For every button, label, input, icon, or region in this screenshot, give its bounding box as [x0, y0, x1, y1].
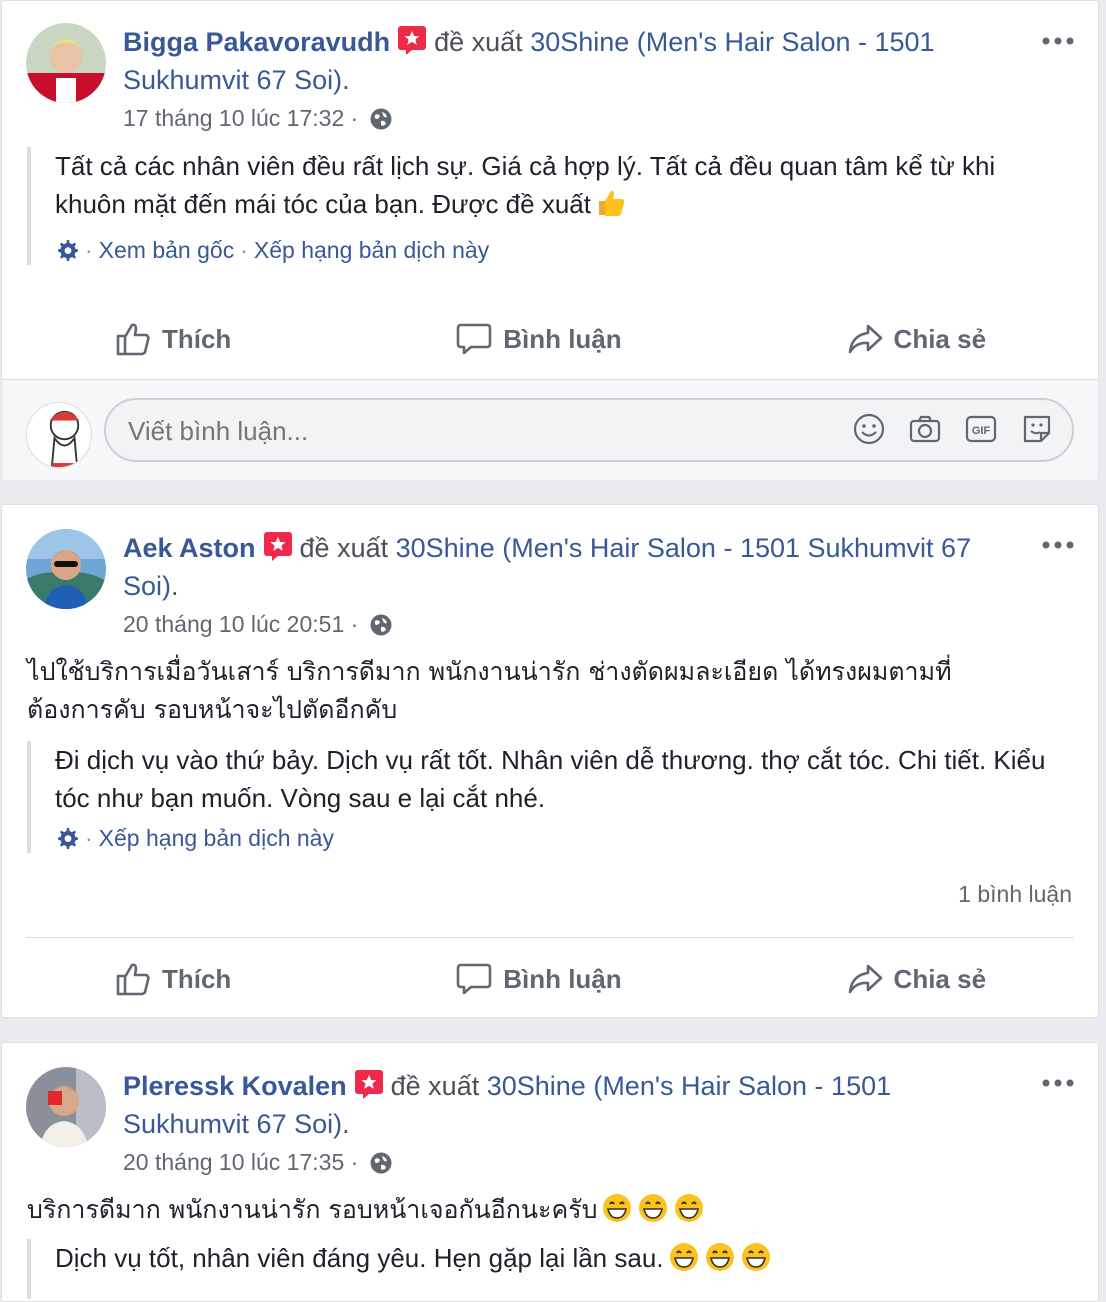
author-name[interactable]: Aek Aston — [123, 533, 256, 563]
post-header: Bigga Pakavoravudh đề xuất 30Shine (Men's… — [123, 23, 1016, 99]
globe-icon — [370, 1152, 392, 1174]
post-card: Pleressk Kovalen đề xuất 30Shine (Men's H… — [1, 1042, 1099, 1302]
share-label: Chia sẻ — [893, 963, 987, 994]
comment-composer: GIF — [2, 379, 1098, 480]
header-period: . — [342, 1109, 350, 1139]
translation-block: Dịch vụ tốt, nhân viên đáng yêu. Hẹn gặp… — [27, 1239, 1068, 1299]
grinning-face-icon — [668, 1241, 700, 1273]
post-card: Bigga Pakavoravudh đề xuất 30Shine (Men's… — [1, 0, 1099, 480]
timestamp[interactable]: 20 tháng 10 lúc 20:51 — [123, 611, 344, 637]
globe-icon — [370, 108, 392, 130]
thumbs-up-outline-icon — [116, 963, 150, 996]
gear-icon[interactable] — [55, 238, 79, 262]
header-period: . — [342, 65, 350, 95]
original-text: บริการดีมาก พนักงานน่ารัก รอบหน้าเจอกันอ… — [27, 1191, 1018, 1229]
more-options-icon[interactable] — [1040, 535, 1080, 555]
translation-body: Tất cả các nhân viên đều rất lịch sự. Gi… — [55, 151, 996, 219]
recommends-icon — [262, 530, 294, 562]
more-options-icon[interactable] — [1040, 31, 1080, 51]
rate-translation-link[interactable]: Xếp hạng bản dịch này — [254, 237, 489, 263]
post-header: Aek Aston đề xuất 30Shine (Men's Hair Sal… — [123, 529, 1016, 605]
share-button[interactable]: Chia sẻ — [846, 960, 987, 998]
svg-text:GIF: GIF — [972, 425, 991, 437]
grinning-face-icon — [673, 1192, 705, 1224]
comment-label: Bình luận — [503, 323, 622, 354]
like-button[interactable]: Thích — [114, 320, 231, 358]
recommend-verb: đề xuất — [434, 27, 523, 57]
grinning-face-icon — [740, 1241, 772, 1273]
share-label: Chia sẻ — [893, 323, 987, 354]
sticker-icon[interactable] — [1020, 412, 1054, 446]
timestamp[interactable]: 17 tháng 10 lúc 17:32 — [123, 105, 344, 131]
comment-count[interactable]: 1 bình luận — [958, 881, 1072, 908]
divider — [26, 937, 1074, 938]
speech-bubble-icon — [456, 323, 492, 355]
see-original-link[interactable]: Xem bản gốc — [99, 237, 235, 263]
header-period: . — [171, 571, 179, 601]
author-name[interactable]: Pleressk Kovalen — [123, 1071, 347, 1101]
grinning-face-icon — [704, 1241, 736, 1273]
speech-bubble-icon — [456, 963, 492, 995]
action-bar: Thích Bình luận Chia sẻ — [2, 949, 1098, 1009]
recommend-verb: đề xuất — [299, 533, 389, 563]
comment-input-box[interactable]: GIF — [104, 398, 1074, 462]
translation-text: Tất cả các nhân viên đều rất lịch sự. Gi… — [55, 147, 1068, 223]
post-meta: 20 tháng 10 lúc 17:35 · — [123, 1147, 393, 1177]
translation-block: Đi dịch vụ vào thứ bảy. Dịch vụ rất tốt.… — [27, 741, 1068, 853]
comment-button[interactable]: Bình luận — [455, 320, 622, 358]
gear-icon[interactable] — [55, 826, 79, 850]
post-card: Aek Aston đề xuất 30Shine (Men's Hair Sal… — [1, 504, 1099, 1018]
like-label: Thích — [161, 323, 232, 354]
emoji-icon[interactable] — [852, 412, 886, 446]
translation-text: Đi dịch vụ vào thứ bảy. Dịch vụ rất tốt.… — [55, 745, 1046, 813]
share-button[interactable]: Chia sẻ — [846, 320, 987, 358]
translation-links: · Xem bản gốc · Xếp hạng bản dịch này — [55, 235, 1068, 265]
original-text: ไปใช้บริการเมื่อวันเสาร์ บริการดีมาก พนั… — [27, 657, 952, 724]
share-arrow-icon — [848, 964, 882, 994]
translation-text: Dịch vụ tốt, nhân viên đáng yêu. Hẹn gặp… — [55, 1239, 1068, 1277]
meta-dot: · — [350, 105, 359, 131]
comment-label: Bình luận — [503, 963, 622, 994]
recommends-icon — [353, 1068, 385, 1100]
grinning-face-icon — [637, 1192, 669, 1224]
post-meta: 20 tháng 10 lúc 20:51 · — [123, 609, 393, 639]
author-avatar[interactable] — [26, 1067, 106, 1147]
post-meta: 17 tháng 10 lúc 17:32 · — [123, 103, 393, 133]
like-label: Thích — [161, 963, 232, 994]
meta-dot: · — [350, 1149, 359, 1175]
share-arrow-icon — [848, 324, 882, 354]
viewer-avatar[interactable] — [26, 402, 92, 468]
recommends-icon — [396, 24, 428, 56]
like-button[interactable]: Thích — [114, 960, 231, 998]
translation-block: Tất cả các nhân viên đều rất lịch sự. Gi… — [27, 147, 1068, 265]
author-avatar[interactable] — [26, 23, 106, 103]
globe-icon — [370, 614, 392, 636]
comment-input[interactable] — [126, 410, 730, 452]
translation-body: Dịch vụ tốt, nhân viên đáng yêu. Hẹn gặp… — [55, 1243, 664, 1273]
meta-dot: · — [350, 611, 359, 637]
translation-links: · Xếp hạng bản dịch này — [55, 823, 1068, 853]
grinning-face-icon — [601, 1192, 633, 1224]
camera-icon[interactable] — [908, 412, 942, 446]
timestamp[interactable]: 20 tháng 10 lúc 17:35 — [123, 1149, 344, 1175]
post-header: Pleressk Kovalen đề xuất 30Shine (Men's H… — [123, 1067, 1016, 1143]
rate-translation-link[interactable]: Xếp hạng bản dịch này — [99, 825, 334, 851]
author-name[interactable]: Bigga Pakavoravudh — [123, 27, 390, 57]
author-avatar[interactable] — [26, 529, 106, 609]
more-options-icon[interactable] — [1040, 1073, 1080, 1093]
recommend-verb: đề xuất — [390, 1071, 480, 1101]
original-body: บริการดีมาก พนักงานน่ารัก รอบหน้าเจอกันอ… — [27, 1195, 598, 1224]
action-bar: Thích Bình luận Chia sẻ — [2, 309, 1098, 369]
comment-button[interactable]: Bình luận — [455, 960, 622, 998]
thumbs-up-icon — [595, 187, 627, 219]
thumbs-up-outline-icon — [116, 323, 150, 356]
gif-icon[interactable]: GIF — [964, 412, 998, 446]
